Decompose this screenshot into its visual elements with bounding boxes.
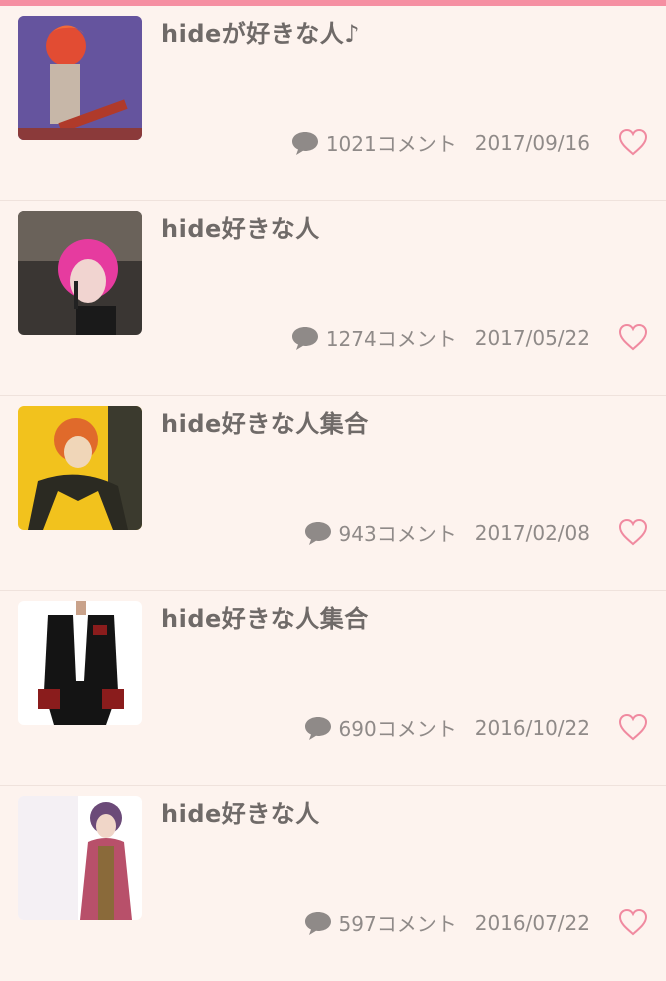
thread-title[interactable]: hide好きな人 [161, 209, 320, 244]
thread-title[interactable]: hideが好きな人♪ [161, 14, 360, 49]
thread-title[interactable]: hide好きな人 [161, 794, 320, 829]
favorite-heart-icon[interactable] [618, 908, 648, 936]
thread-meta: 943コメント 2017/02/08 [303, 518, 590, 547]
thread-row[interactable]: hide好きな人集合 690コメント 2016/10/22 [0, 591, 666, 786]
thread-date: 2017/05/22 [474, 325, 590, 350]
comment-count: 943コメント [338, 522, 457, 546]
thread-date: 2016/10/22 [474, 715, 590, 740]
favorite-heart-icon[interactable] [618, 518, 648, 546]
favorite-heart-icon[interactable] [618, 128, 648, 156]
comment-bubble-icon [304, 911, 331, 935]
comment-bubble-icon [291, 326, 318, 350]
comment-count: 690コメント [338, 717, 457, 741]
thread-thumbnail[interactable] [18, 16, 142, 140]
thread-row[interactable]: hide好きな人 597コメント 2016/07/22 [0, 786, 666, 981]
thread-thumbnail[interactable] [18, 601, 142, 725]
thread-title[interactable]: hide好きな人集合 [161, 599, 369, 634]
thread-thumbnail[interactable] [18, 406, 142, 530]
thread-date: 2017/02/08 [474, 520, 590, 545]
comment-count: 597コメント [338, 912, 457, 936]
thread-meta: 597コメント 2016/07/22 [303, 908, 590, 937]
favorite-heart-icon[interactable] [618, 713, 648, 741]
thread-row[interactable]: hide好きな人集合 943コメント 2017/02/08 [0, 396, 666, 591]
comment-bubble-icon [304, 716, 331, 740]
thread-thumbnail[interactable] [18, 796, 142, 920]
thread-row[interactable]: hide好きな人 1274コメント 2017/05/22 [0, 201, 666, 396]
comment-count: 1274コメント [325, 327, 457, 351]
thread-meta: 690コメント 2016/10/22 [303, 713, 590, 742]
comment-count: 1021コメント [325, 132, 457, 156]
thread-date: 2017/09/16 [474, 130, 590, 155]
thread-title[interactable]: hide好きな人集合 [161, 404, 369, 439]
thread-list: hideが好きな人♪ 1021コメント 2017/09/16 hide好きな人 [0, 6, 666, 981]
comment-bubble-icon [304, 521, 331, 545]
thread-meta: 1021コメント 2017/09/16 [290, 128, 590, 157]
thread-meta: 1274コメント 2017/05/22 [290, 323, 590, 352]
thread-date: 2016/07/22 [474, 910, 590, 935]
comment-bubble-icon [291, 131, 318, 155]
thread-row[interactable]: hideが好きな人♪ 1021コメント 2017/09/16 [0, 6, 666, 201]
favorite-heart-icon[interactable] [618, 323, 648, 351]
thread-thumbnail[interactable] [18, 211, 142, 335]
